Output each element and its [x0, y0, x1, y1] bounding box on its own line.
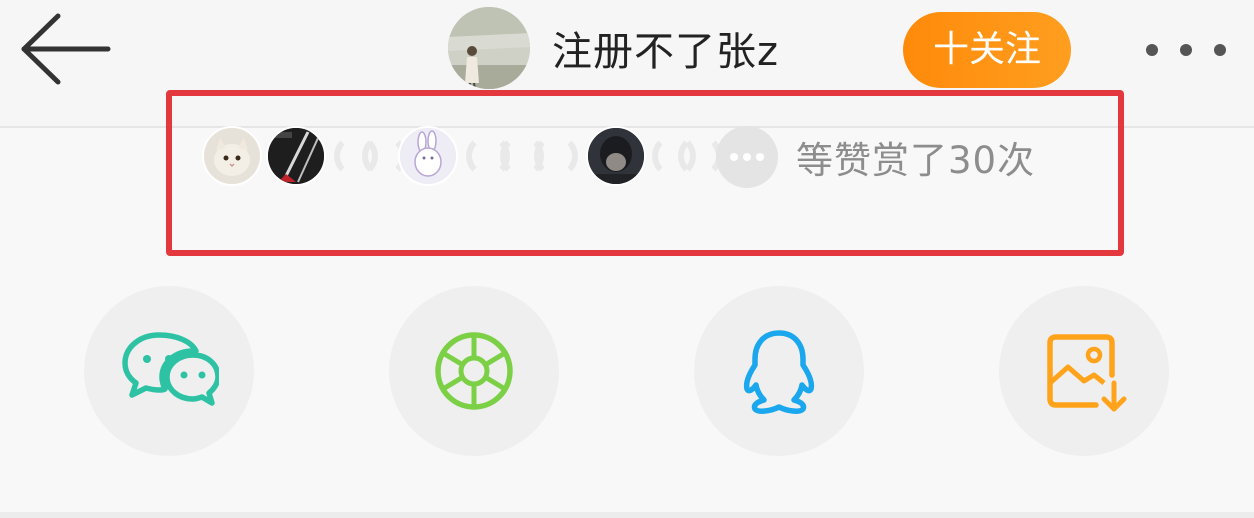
more-button[interactable] [1138, 30, 1238, 70]
author-info[interactable]: 注册不了张z [448, 7, 779, 89]
dark-photo [268, 128, 324, 184]
share-moments-button[interactable] [389, 286, 559, 456]
bunny-sticker [400, 128, 456, 184]
share-qq-button[interactable] [694, 286, 864, 456]
save-image-button[interactable] [999, 286, 1169, 456]
ellipsis-icon [716, 126, 778, 188]
share-wechat-button[interactable] [84, 286, 254, 456]
top-bar: 注册不了张z 十关注 [0, 0, 1254, 128]
ghost-avatar [534, 134, 578, 178]
qq-penguin-icon [743, 330, 815, 414]
back-button[interactable] [18, 12, 114, 86]
author-name[interactable]: 注册不了张z [552, 19, 779, 77]
rewarder-avatar [398, 126, 458, 186]
rewarder-avatar [586, 126, 646, 186]
author-photo [448, 7, 530, 89]
more-dots-icon [1180, 44, 1192, 56]
reward-count-text: 等赞赏了30次 [796, 139, 1036, 182]
save-image-icon [1047, 334, 1127, 412]
more-dots-icon [1214, 44, 1226, 56]
reward-list[interactable]: 等赞赏了30次 [200, 124, 1080, 188]
rewarder-avatar [202, 126, 262, 186]
follow-button[interactable]: 十关注 [903, 12, 1071, 88]
wechat-icon [122, 332, 219, 406]
cat-photo [204, 128, 260, 184]
rewarder-avatar [266, 126, 326, 186]
article-screen: 注册不了张z 十关注 等赞赏了30次 [0, 0, 1254, 518]
arrow-left-icon [21, 13, 111, 85]
bottom-divider [0, 512, 1254, 518]
moments-shutter-icon [435, 332, 513, 410]
author-avatar[interactable] [448, 7, 530, 89]
more-dots-icon [1146, 44, 1158, 56]
person-photo [588, 128, 644, 184]
